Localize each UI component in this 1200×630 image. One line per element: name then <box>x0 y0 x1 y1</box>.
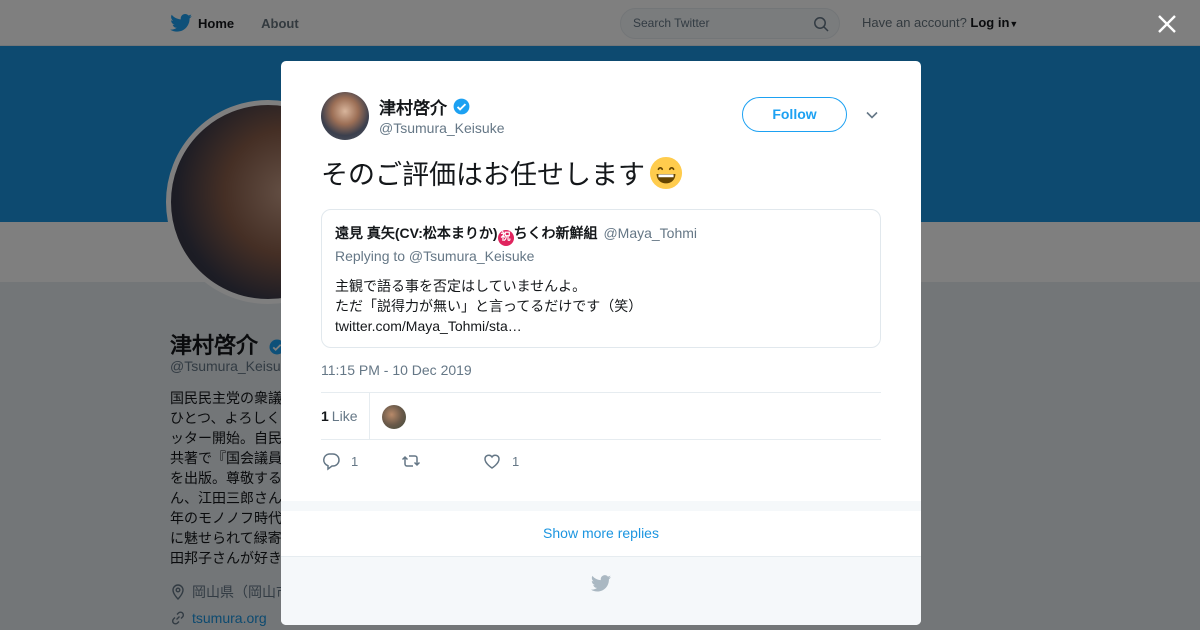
tweet-timestamp[interactable]: 11:15 PM - 10 Dec 2019 <box>321 362 472 378</box>
show-more-replies-link[interactable]: Show more replies <box>281 511 921 557</box>
retweet-icon[interactable] <box>401 451 421 471</box>
retweet-action[interactable] <box>401 451 431 471</box>
tweet-header: 津村啓介 @Tsumura_Keisuke Follow <box>321 91 881 141</box>
chevron-down-icon[interactable] <box>865 108 879 122</box>
replying-to-text: Replying to @Tsumura_Keisuke <box>335 248 535 264</box>
reply-icon[interactable] <box>321 451 341 471</box>
quoted-body-line: ただ「説得力が無い」と言ってるだけです（笑） <box>335 298 643 314</box>
like-count: 1 <box>512 453 520 469</box>
quoted-author: 遠見 真矢(CV:松本まりか) 祝ちくわ新鮮組 @Maya_Tohmi <box>335 223 697 246</box>
congratulation-badge-icon: 祝 <box>497 230 514 246</box>
quoted-author-name-suffix: ちくわ新鮮組 <box>513 225 598 241</box>
quoted-author-name: 遠見 真矢(CV:松本まりか) <box>335 225 498 241</box>
divider <box>281 501 921 511</box>
liker-avatar[interactable] <box>382 405 406 429</box>
likes-stat[interactable]: 1 Like <box>321 393 370 439</box>
reply-action[interactable]: 1 <box>321 451 358 471</box>
tweet-modal: 津村啓介 @Tsumura_Keisuke Follow そのご評価はお任せしま… <box>281 61 921 625</box>
quoted-body: 主観で語る事を否定はしていませんよ。 ただ「説得力が無い」と言ってるだけです（笑… <box>335 276 642 336</box>
quoted-author-handle: @Maya_Tohmi <box>603 225 698 241</box>
tweet-author-name-text[interactable]: 津村啓介 <box>379 94 447 119</box>
tweet-author-name[interactable]: 津村啓介 <box>379 94 471 119</box>
tweet-text-content: そのご評価はお任せします <box>321 160 645 190</box>
quoted-link[interactable]: twitter.com/Maya_Tohmi/sta… <box>335 316 642 336</box>
likes-label: Like <box>331 408 358 424</box>
tweet-text: そのご評価はお任せします <box>321 153 683 192</box>
tweet-author-handle[interactable]: @Tsumura_Keisuke <box>379 120 505 136</box>
modal-footer <box>281 557 921 625</box>
quoted-body-line: 主観で語る事を否定はしていませんよ。 <box>335 278 587 294</box>
tweet-stats: 1 Like <box>321 392 881 440</box>
follow-button[interactable]: Follow <box>742 97 847 132</box>
avatar[interactable] <box>321 92 369 140</box>
close-icon[interactable] <box>1155 12 1179 36</box>
twitter-bird-icon <box>591 575 611 592</box>
reply-count: 1 <box>351 453 359 469</box>
verified-badge-icon <box>453 98 470 115</box>
grinning-face-emoji-icon <box>649 156 683 189</box>
quoted-tweet[interactable]: 遠見 真矢(CV:松本まりか) 祝ちくわ新鮮組 @Maya_Tohmi Reply… <box>321 209 881 348</box>
like-action[interactable]: 1 <box>482 451 519 471</box>
likes-count: 1 <box>321 408 329 424</box>
heart-icon[interactable] <box>482 451 502 471</box>
tweet-actions: 1 1 <box>321 451 881 473</box>
